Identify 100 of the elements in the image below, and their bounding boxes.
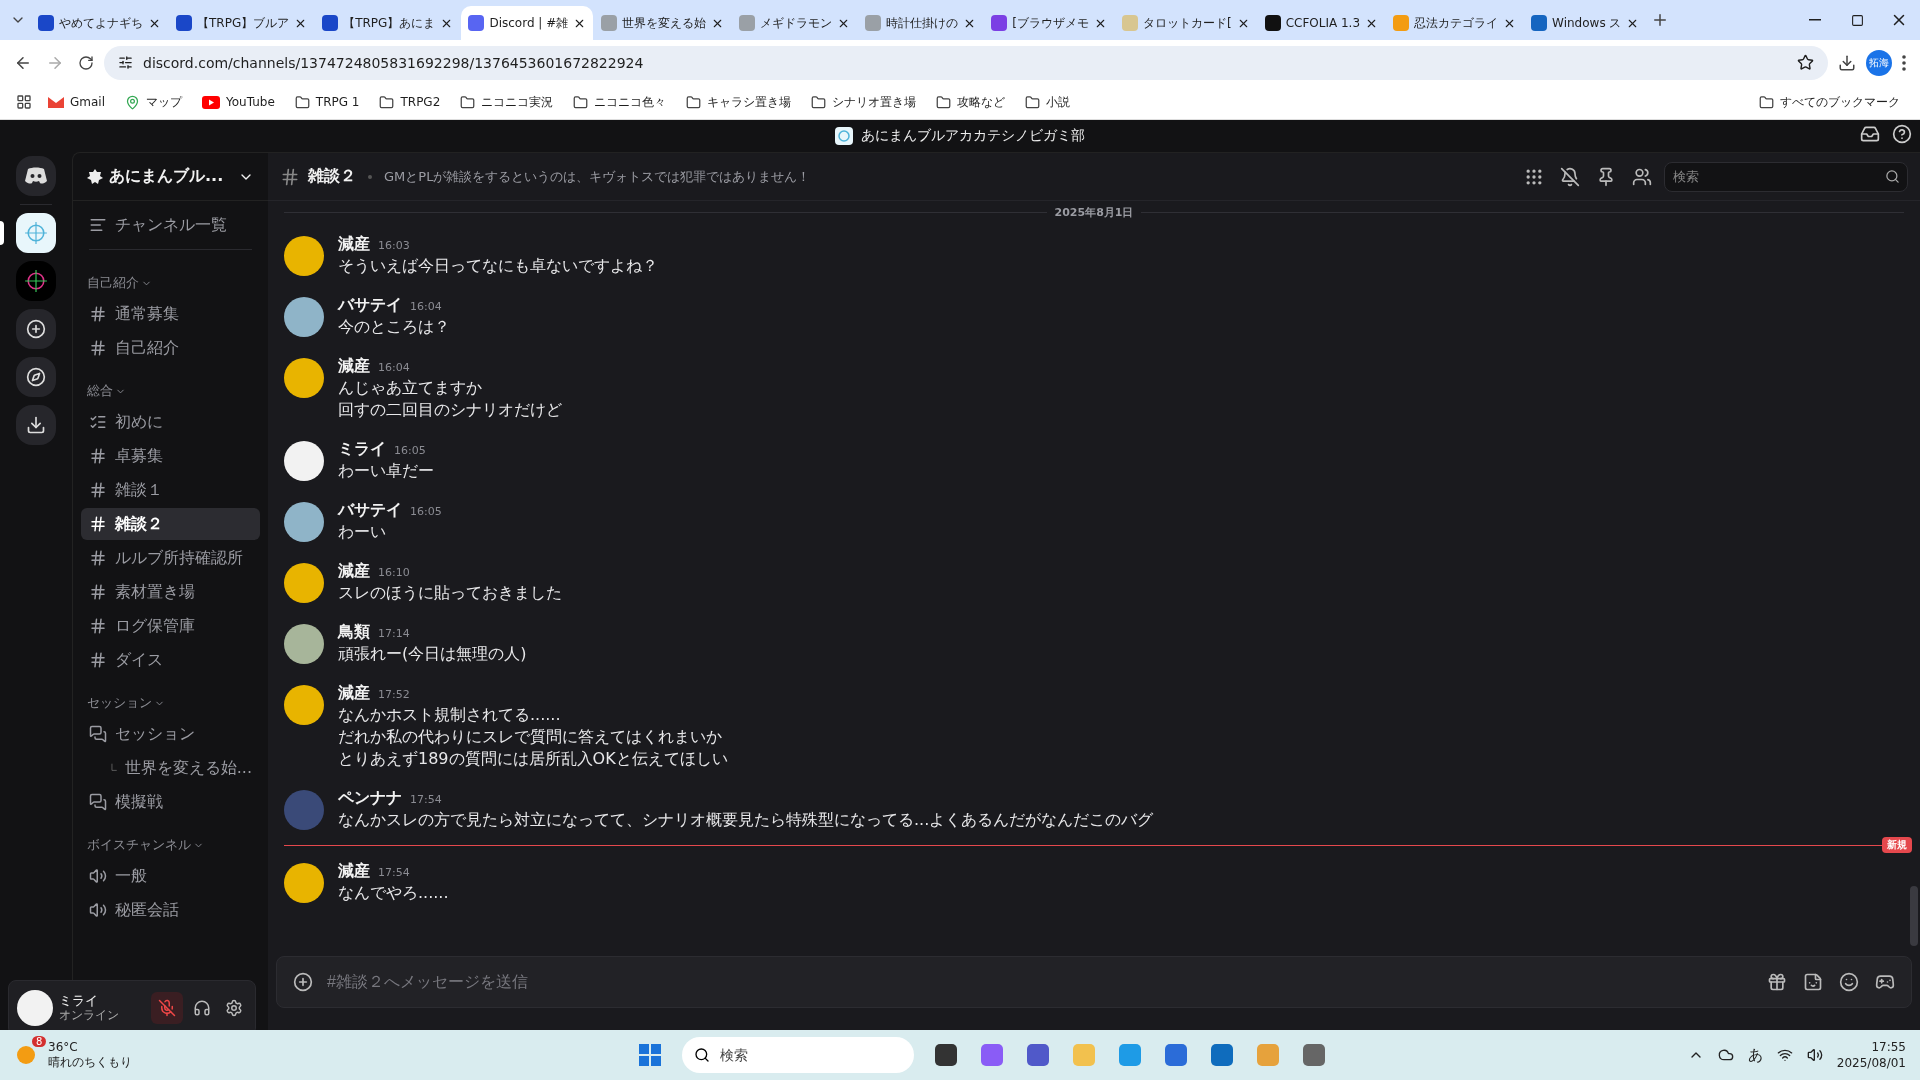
browser-tab[interactable]: メギドラモン xyxy=(732,6,858,40)
message-text: そういえば今日ってなにも卓ないですよね？ xyxy=(338,255,658,277)
channel-item[interactable]: ダイス xyxy=(81,644,260,676)
bookmark[interactable]: YouTube xyxy=(194,92,283,112)
bookmark[interactable]: TRPG2 xyxy=(371,91,449,113)
browser-tab[interactable]: CCFOLIA 1.3 xyxy=(1257,6,1386,40)
bookmark[interactable]: TRPG 1 xyxy=(286,91,368,113)
category-header[interactable]: セッション xyxy=(81,678,260,716)
author-name[interactable]: 減産 xyxy=(338,561,370,580)
server-button[interactable] xyxy=(16,357,56,397)
channel-item[interactable]: 一般 xyxy=(81,860,260,892)
user-name: ミライ xyxy=(59,994,99,1008)
grid-icon xyxy=(16,94,32,110)
timestamp: 17:54 xyxy=(378,866,410,879)
server-button[interactable] xyxy=(16,405,56,445)
tab-title: Windows ス xyxy=(1552,14,1622,32)
tab-title: Discord | #雑 xyxy=(489,14,569,32)
profile-avatar[interactable]: 拓海 xyxy=(1866,49,1892,76)
category-header[interactable]: 総合 xyxy=(81,366,260,404)
bookmark[interactable]: 攻略など xyxy=(928,90,1014,114)
bookmark[interactable]: Gmail xyxy=(40,92,113,112)
author-name[interactable]: バサテイ xyxy=(338,295,402,314)
address-bar[interactable]: discord.com/channels/1374724805831692298/1376453601672822924 xyxy=(104,45,1828,80)
bookmark[interactable]: ニコニコ実況 xyxy=(452,90,562,114)
author-name[interactable]: ミライ xyxy=(338,439,386,458)
app-icon xyxy=(1257,1044,1279,1066)
microphone-button[interactable] xyxy=(151,992,183,1024)
channel-item[interactable]: 素材置き場 xyxy=(81,576,260,608)
browser-tab[interactable]: 忍法カテゴライ xyxy=(1386,6,1524,40)
author-name[interactable]: 減産 xyxy=(338,356,370,375)
channel-item[interactable]: 模擬戦 xyxy=(81,786,260,818)
channel-item[interactable]: 世界を変える始... xyxy=(81,752,260,784)
timestamp: 16:04 xyxy=(410,300,442,313)
volume-icon xyxy=(1806,1047,1823,1063)
author-name[interactable]: ペンナナ xyxy=(338,788,402,807)
separator-dot xyxy=(368,174,372,179)
message-text: なんかスレの方で見たら対立になってて、シナリオ概要見たら特殊型になってる...よくあるんだがなんだこのバグ xyxy=(338,809,1154,831)
channel-item[interactable]: ログ保管庫 xyxy=(81,610,260,642)
channel-item[interactable]: 秘匿会話 xyxy=(81,894,260,926)
channel-item[interactable]: 卓募集 xyxy=(81,440,260,472)
hash-icon xyxy=(89,617,107,635)
play-icon xyxy=(202,95,220,109)
browser-tab[interactable]: 世界を変える始 xyxy=(594,6,732,40)
message-input[interactable]: #雑談２へメッセージを送信 xyxy=(325,972,1755,992)
all-bookmarks[interactable]: すべてのブックマーク xyxy=(1751,90,1908,114)
browser-tab[interactable]: タロットカード[ xyxy=(1114,6,1257,40)
clock-time[interactable]: 17:55 xyxy=(1871,1039,1906,1055)
channel-item[interactable]: ルルブ所持確認所 xyxy=(81,542,260,574)
pin-icon xyxy=(1596,166,1616,187)
folder-icon xyxy=(379,94,395,110)
server-button[interactable] xyxy=(16,309,56,349)
taskbar-search-bar[interactable]: 検索 xyxy=(682,1037,914,1073)
server-icon xyxy=(835,127,853,145)
bell-off-icon xyxy=(1560,166,1580,187)
channel-item[interactable]: 雑談２ xyxy=(81,508,260,540)
ime-indicator[interactable]: あ xyxy=(1747,1045,1763,1065)
channel-item[interactable]: 雑談１ xyxy=(81,474,260,506)
clock-date[interactable]: 2025/08/01 xyxy=(1836,1055,1906,1071)
author-name[interactable]: 減産 xyxy=(338,683,370,702)
timestamp: 16:03 xyxy=(378,239,410,252)
bookmark[interactable]: 小説 xyxy=(1017,90,1079,114)
author-name[interactable]: バサテイ xyxy=(338,500,402,519)
browser-tab[interactable]: Windows ス xyxy=(1524,6,1647,40)
user-avatar[interactable] xyxy=(17,990,53,1026)
channel-item[interactable]: 自己紹介 xyxy=(81,332,260,364)
browser-tab[interactable]: [ブラウザメモ xyxy=(984,6,1114,40)
windows-logo-icon xyxy=(639,1044,661,1066)
channel-item[interactable]: 初めに xyxy=(81,406,260,438)
browser-tab[interactable]: Discord | #雑 xyxy=(461,6,594,40)
bookmark[interactable]: マップ xyxy=(117,90,190,114)
timestamp: 16:04 xyxy=(378,361,410,374)
category-header[interactable]: ボイスチャンネル xyxy=(81,820,260,858)
hash-icon xyxy=(89,549,107,567)
sticker-icon xyxy=(1803,972,1823,992)
hash-icon xyxy=(89,339,107,357)
server-button[interactable] xyxy=(16,213,56,253)
browser-tab[interactable]: 【TRPG】ブルア xyxy=(169,6,315,40)
browser-tab[interactable]: やめてよナギち xyxy=(31,6,168,40)
folder-icon xyxy=(1759,94,1774,110)
bookmark[interactable]: ニコニコ色々 xyxy=(565,90,675,114)
author-name[interactable]: 減産 xyxy=(338,861,370,880)
bookmark[interactable]: シナリオ置き場 xyxy=(803,90,925,114)
bookmark[interactable]: キャラシ置き場 xyxy=(678,90,800,114)
channel-item[interactable]: 通常募集 xyxy=(81,298,260,330)
category-header[interactable]: 自己紹介 xyxy=(81,258,260,296)
channel-browser-link[interactable]: チャンネル一覧 xyxy=(81,209,260,241)
browser-tab[interactable]: 【TRPG】あにま xyxy=(315,6,461,40)
browser-tab[interactable]: 時計仕掛けの xyxy=(858,6,984,40)
author-name[interactable]: 減産 xyxy=(338,234,370,253)
channel-item[interactable]: セッション xyxy=(81,718,260,750)
speaker-icon xyxy=(89,867,107,885)
author-name[interactable]: 鳥類 xyxy=(338,622,370,641)
app-icon xyxy=(981,1044,1003,1066)
chat-bubble-icon xyxy=(24,167,48,185)
search-icon xyxy=(1885,168,1900,184)
search-field[interactable]: 検索 xyxy=(1664,161,1908,192)
message-composer[interactable]: #雑談２へメッセージを送信 xyxy=(276,956,1912,1008)
cloud-icon xyxy=(1717,1047,1734,1063)
server-button[interactable] xyxy=(16,156,56,196)
settings-icon xyxy=(225,999,243,1017)
